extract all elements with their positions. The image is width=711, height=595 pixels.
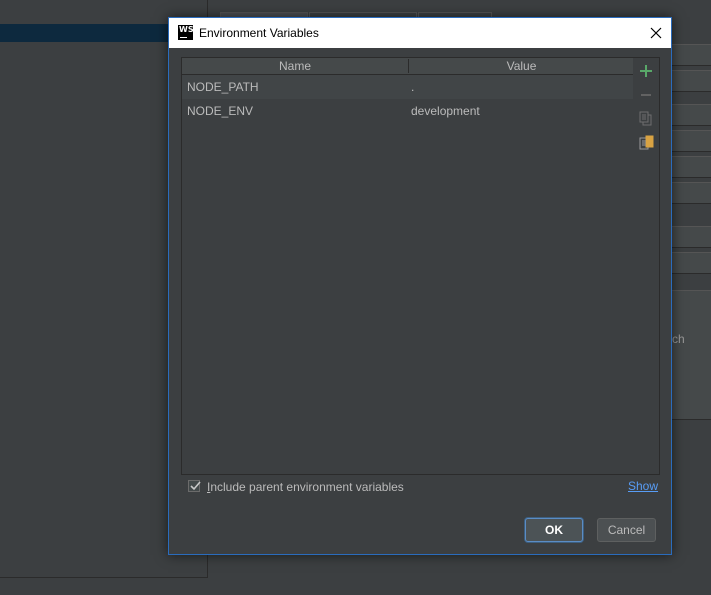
cell-name: NODE_ENV	[187, 104, 254, 118]
close-button[interactable]	[641, 18, 671, 48]
background-partial-text: ch	[672, 332, 685, 346]
remove-icon	[641, 94, 651, 96]
env-variables-table: Name Value NODE_PATH . NODE_ENV developm…	[181, 57, 635, 475]
add-icon	[640, 65, 652, 77]
copy-button[interactable]	[637, 110, 655, 128]
dialog-title: Environment Variables	[199, 26, 319, 40]
include-parent-checkbox[interactable]	[188, 480, 201, 492]
cell-value: .	[411, 80, 415, 94]
column-header-value[interactable]: Value	[409, 59, 634, 73]
paste-button[interactable]	[637, 134, 655, 152]
remove-button[interactable]	[637, 86, 655, 104]
table-row[interactable]: NODE_PATH .	[182, 75, 634, 99]
checkmark-icon	[190, 481, 201, 491]
table-row[interactable]: NODE_ENV development	[182, 99, 634, 123]
column-header-name[interactable]: Name	[182, 59, 409, 73]
environment-variables-dialog: WS Environment Variables Name Value NODE…	[168, 17, 672, 555]
cell-value: development	[411, 104, 480, 118]
label-text: nclude parent environment variables	[210, 480, 404, 494]
show-link[interactable]: Show	[628, 479, 658, 493]
ok-button[interactable]: OK	[525, 518, 583, 542]
app-icon-text: WS	[179, 25, 194, 34]
table-header: Name Value	[182, 58, 634, 75]
background-right-panel	[672, 290, 711, 420]
copy-icon	[639, 111, 652, 126]
cancel-button[interactable]: Cancel	[597, 518, 656, 542]
dialog-titlebar: WS Environment Variables	[169, 18, 671, 48]
table-side-toolbar	[633, 57, 660, 475]
close-icon	[650, 27, 662, 39]
include-parent-label[interactable]: Include parent environment variables	[207, 480, 404, 494]
paste-icon	[639, 135, 654, 150]
add-button[interactable]	[637, 62, 655, 80]
webstorm-app-icon: WS	[178, 25, 194, 40]
cell-name: NODE_PATH	[187, 80, 259, 94]
